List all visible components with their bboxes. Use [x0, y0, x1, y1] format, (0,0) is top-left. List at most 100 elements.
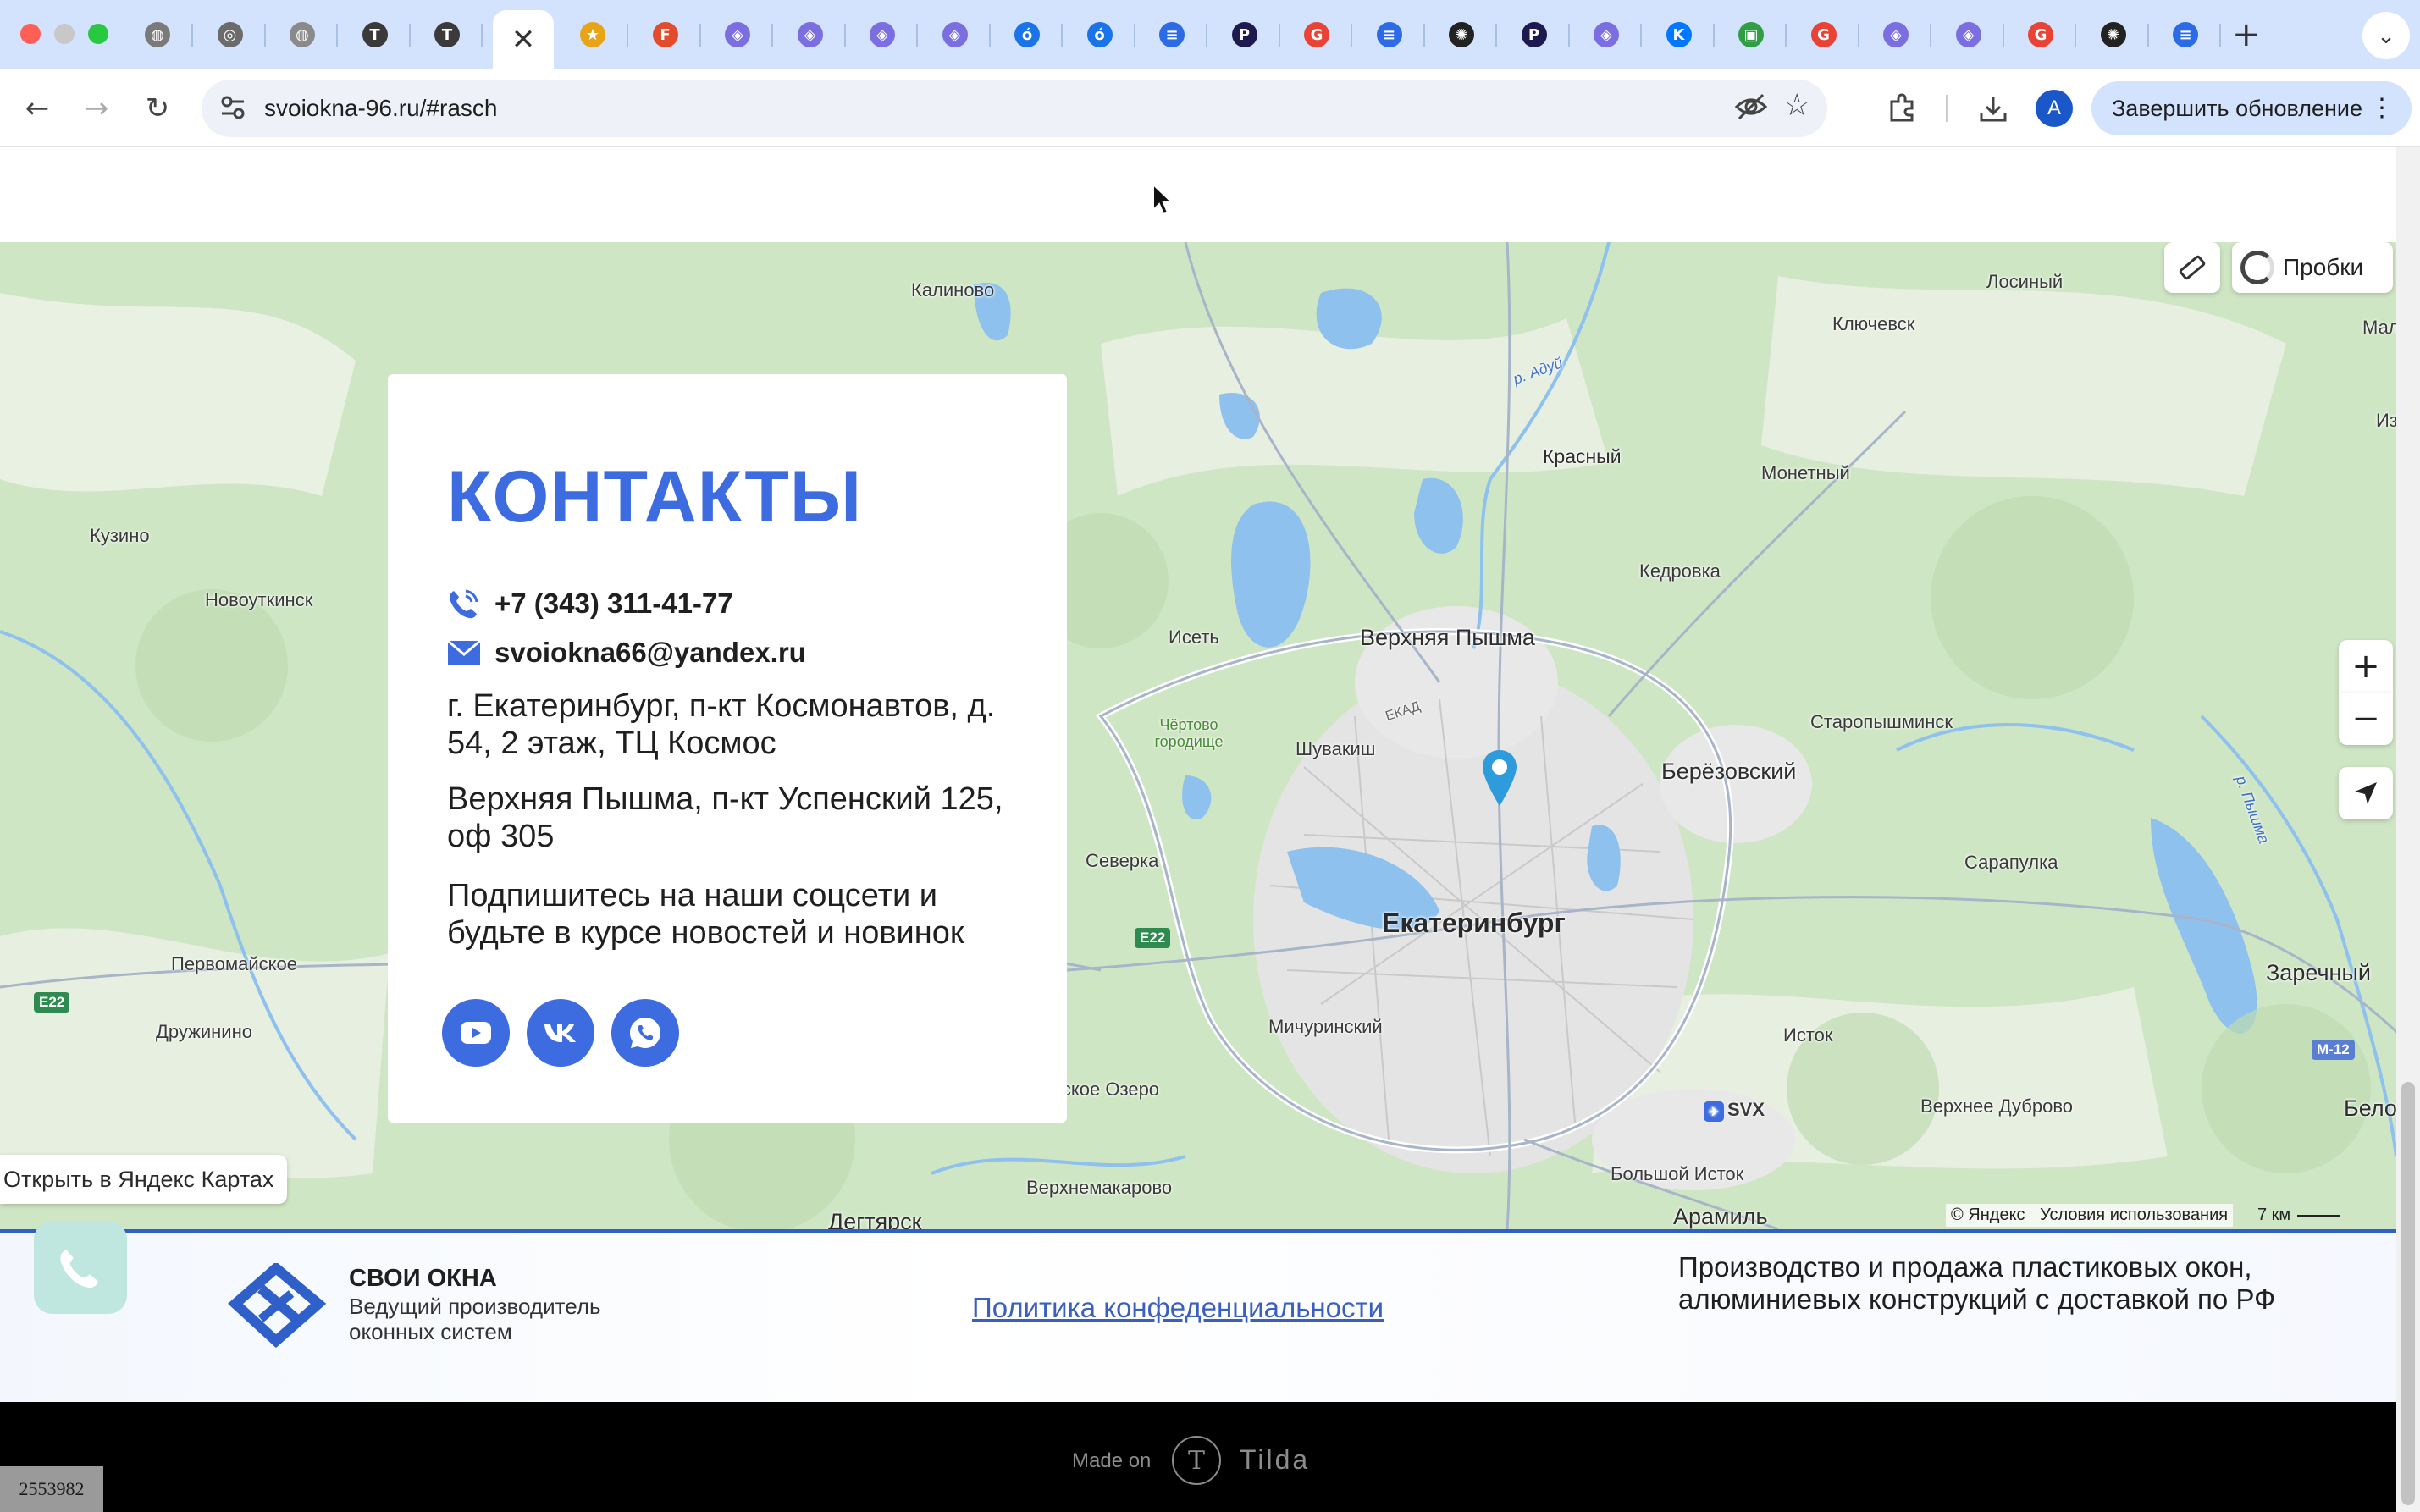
- close-window-button[interactable]: [20, 24, 41, 44]
- email-row[interactable]: svoiokna66@yandex.ru: [447, 637, 806, 669]
- openai-icon: ✺: [2100, 22, 2126, 47]
- minimize-window-button[interactable]: [54, 24, 75, 44]
- browser-tab[interactable]: ó: [1064, 12, 1135, 58]
- tab-separator: [1278, 24, 1280, 47]
- site-info-icon[interactable]: [218, 93, 247, 129]
- call-widget-button[interactable]: [34, 1221, 127, 1314]
- p-icon: P: [1231, 22, 1257, 47]
- page-id-badge: 2553982: [0, 1466, 103, 1512]
- extensions-puzzle-icon[interactable]: [1881, 88, 1922, 129]
- browser-tab[interactable]: ◈: [702, 12, 773, 58]
- site-footer: СВОИ ОКНА Ведущий производитель оконных …: [0, 1221, 2396, 1402]
- tab-separator: [191, 24, 193, 47]
- yandex-copyright[interactable]: © Яндекс: [1951, 1206, 2025, 1224]
- svoi-okna-logo[interactable]: [227, 1263, 329, 1348]
- zoom-out-button[interactable]: −: [2339, 693, 2393, 745]
- phone-icon: [447, 588, 481, 620]
- reload-icon[interactable]: ↻: [137, 88, 178, 129]
- yandex-map[interactable]: Калиново Лосиный Ключевск Мал Из Красный…: [0, 242, 2420, 1229]
- diamond-icon: ◈: [797, 22, 823, 47]
- browser-tab[interactable]: F: [630, 12, 701, 58]
- email-address[interactable]: svoiokna66@yandex.ru: [494, 637, 806, 669]
- vk-button[interactable]: [527, 999, 594, 1067]
- whatsapp-button[interactable]: [611, 999, 679, 1067]
- finish-update-button[interactable]: Завершить обновление ⋮: [2091, 81, 2412, 135]
- ruler-icon[interactable]: [2164, 242, 2220, 293]
- road-shield-e22: E22: [1135, 928, 1171, 948]
- tab-separator: [916, 24, 918, 47]
- browser-tab[interactable]: ≡: [1136, 12, 1207, 58]
- browser-tab[interactable]: ≡: [2150, 12, 2221, 58]
- map-label-druzhinino: Дружинино: [156, 1021, 252, 1042]
- browser-tab[interactable]: ✺: [2078, 12, 2149, 58]
- zoom-window-button[interactable]: [88, 24, 108, 44]
- map-label-novoutkinsk: Новоуткинск: [205, 589, 313, 610]
- address-bar[interactable]: svoiokna-96.ru/#rasch ☆: [202, 80, 1827, 137]
- back-arrow-icon[interactable]: ←: [17, 88, 58, 129]
- terms-of-use-link[interactable]: Условия использования: [2040, 1206, 2228, 1224]
- road-shield-m12: M-12: [2312, 1040, 2355, 1060]
- tilda-logo-icon: T: [1172, 1436, 1221, 1485]
- tab-separator: [2147, 24, 2149, 47]
- traffic-toggle-button[interactable]: Пробки: [2232, 242, 2393, 293]
- browser-tab[interactable]: ★: [557, 12, 628, 58]
- page-scrollbar[interactable]: [2396, 147, 2420, 1512]
- browser-tab[interactable]: ◈: [920, 12, 991, 58]
- browser-tab[interactable]: ◈: [1571, 12, 1642, 58]
- browser-tab[interactable]: ✺: [1426, 12, 1497, 58]
- phone-row[interactable]: +7 (343) 311-41-77: [447, 588, 733, 620]
- privacy-policy-link[interactable]: Политика конфеденциальности: [972, 1292, 1384, 1324]
- bookmark-star-icon[interactable]: ☆: [1783, 88, 1810, 123]
- geolocation-arrow-icon[interactable]: [2339, 767, 2393, 819]
- url-text[interactable]: svoiokna-96.ru/#rasch: [264, 95, 497, 122]
- phone-number[interactable]: +7 (343) 311-41-77: [494, 588, 733, 620]
- scrollbar-thumb[interactable]: [2401, 1082, 2415, 1505]
- more-vertical-icon: ⋮: [2369, 94, 2395, 122]
- browser-tab[interactable]: T: [412, 12, 483, 58]
- youtube-button[interactable]: [442, 999, 510, 1067]
- tab-search-chevron-down-icon[interactable]: ⌄: [2362, 12, 2410, 59]
- browser-tab[interactable]: ◈: [1860, 12, 1931, 58]
- map-label-berezovsky: Берёзовский: [1661, 759, 1797, 784]
- browser-tab[interactable]: ◈: [1933, 12, 2004, 58]
- browser-tab[interactable]: ◈: [775, 12, 846, 58]
- browser-tab[interactable]: P: [1209, 12, 1280, 58]
- map-label-svx: ✈ SVX: [1704, 1099, 1765, 1122]
- map-label-aramil: Арамиль: [1673, 1204, 1768, 1229]
- browser-tab[interactable]: ó: [992, 12, 1063, 58]
- map-location-pin-icon[interactable]: [1480, 748, 1519, 809]
- map-label-chertovo: Чёртово городище: [1154, 716, 1224, 750]
- browser-tab[interactable]: ▣: [1716, 12, 1787, 58]
- browser-tab[interactable]: ◍: [267, 12, 338, 58]
- eye-off-icon[interactable]: [1734, 91, 1768, 129]
- browser-tab[interactable]: ◈: [847, 12, 918, 58]
- browser-tab[interactable]: ◍: [122, 12, 193, 58]
- map-label-degtyarsk: Дегтярск: [828, 1209, 922, 1229]
- made-on-tilda-banner[interactable]: Made on T Tilda: [0, 1402, 2396, 1512]
- google-icon: G: [1304, 22, 1329, 47]
- diamond-icon: ◈: [870, 22, 895, 47]
- zoom-in-button[interactable]: +: [2339, 640, 2393, 693]
- map-scale-bar: [2297, 1214, 2340, 1217]
- map-copyright[interactable]: © Яндекс Условия использования: [1946, 1204, 2234, 1227]
- active-tab-close-icon[interactable]: ✕: [493, 10, 554, 69]
- tab-separator: [1930, 24, 1931, 47]
- browser-tab[interactable]: P: [1499, 12, 1570, 58]
- map-label-kuzino: Кузино: [90, 525, 150, 546]
- browser-tab[interactable]: G: [1281, 12, 1352, 58]
- tab-separator: [1785, 24, 1787, 47]
- browser-tab[interactable]: ◎: [195, 12, 266, 58]
- browser-tab[interactable]: T: [340, 12, 411, 58]
- browser-tab[interactable]: ≡: [1354, 12, 1425, 58]
- open-in-yandex-maps-button[interactable]: Открыть в Яндекс Картах: [0, 1155, 288, 1204]
- map-label-iset: Исеть: [1169, 626, 1219, 648]
- browser-tab[interactable]: K: [1644, 12, 1715, 58]
- download-icon[interactable]: [1973, 88, 2014, 129]
- new-tab-button[interactable]: +: [2232, 15, 2261, 54]
- browser-tab[interactable]: G: [2005, 12, 2076, 58]
- doc-icon: ≡: [1159, 22, 1185, 47]
- browser-tab[interactable]: G: [1788, 12, 1859, 58]
- forward-arrow-icon[interactable]: →: [76, 88, 117, 129]
- profile-avatar[interactable]: A: [2036, 90, 2073, 127]
- map-label-mal: Мал: [2362, 317, 2400, 338]
